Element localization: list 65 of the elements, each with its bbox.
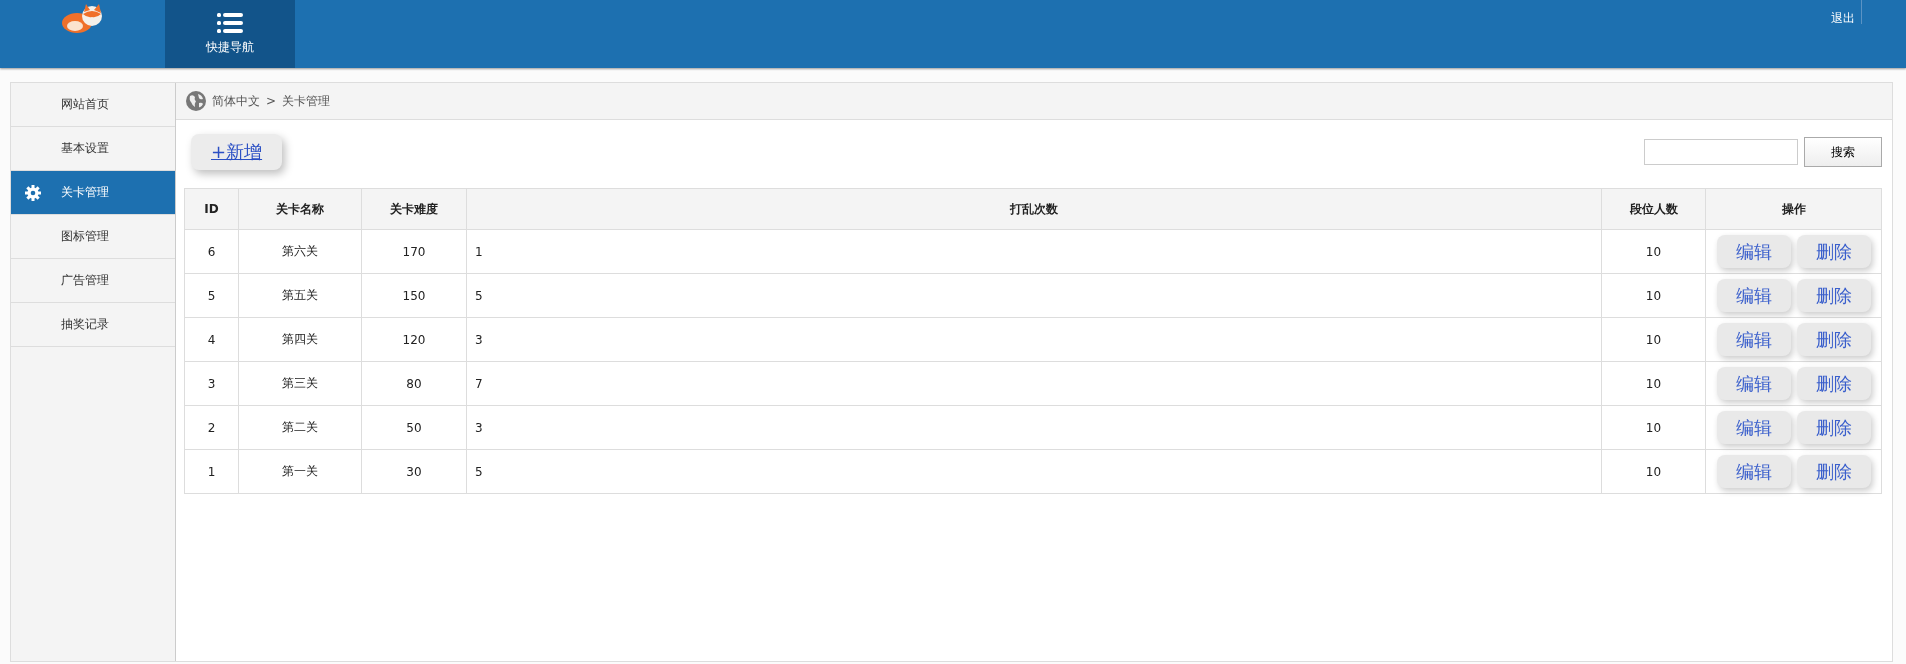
table-cell: 1	[466, 229, 1602, 274]
table-cell: 3	[466, 317, 1602, 362]
table-cell: 6	[184, 229, 239, 274]
table-cell: 80	[361, 361, 467, 406]
table-cell: 第六关	[238, 229, 362, 274]
table-cell: 5	[184, 273, 239, 318]
table-cell: 3	[466, 405, 1602, 450]
table-cell: 第一关	[238, 449, 362, 494]
edit-button[interactable]: 编辑	[1716, 367, 1791, 400]
column-header: 关卡名称	[238, 188, 362, 230]
sidebar-item[interactable]: 网站首页	[11, 83, 175, 127]
table-cell: 170	[361, 229, 467, 274]
breadcrumb-current: 关卡管理	[282, 92, 331, 110]
table-cell: 第三关	[238, 361, 362, 406]
search-button[interactable]: 搜索	[1804, 137, 1882, 167]
column-header: 段位人数	[1601, 188, 1706, 230]
column-header: ID	[184, 188, 239, 230]
table-cell: 10	[1601, 317, 1706, 362]
table-cell: 第四关	[238, 317, 362, 362]
table-cell: 第二关	[238, 405, 362, 450]
edit-button[interactable]: 编辑	[1716, 323, 1791, 356]
delete-button[interactable]: 删除	[1796, 279, 1871, 312]
table-cell: 10	[1601, 361, 1706, 406]
delete-button[interactable]: 删除	[1796, 455, 1871, 488]
sidebar-item[interactable]: 广告管理	[11, 259, 175, 303]
edit-button[interactable]: 编辑	[1716, 411, 1791, 444]
table-cell: 120	[361, 317, 467, 362]
breadcrumb-link[interactable]: 简体中文	[212, 92, 260, 110]
table-cell: 1	[184, 449, 239, 494]
sidebar-item[interactable]: 抽奖记录	[11, 303, 175, 347]
nav-tab[interactable]: 快捷导航	[165, 0, 295, 68]
edit-button[interactable]: 编辑	[1716, 279, 1791, 312]
breadcrumb-separator: >	[266, 94, 277, 108]
edit-button[interactable]: 编辑	[1716, 455, 1791, 488]
table-cell: 50	[361, 405, 467, 450]
table-cell: 10	[1601, 229, 1706, 274]
column-header: 打乱次数	[466, 188, 1602, 230]
table-cell: 5	[466, 273, 1602, 318]
logout-link[interactable]: 退出	[1831, 0, 1862, 24]
sidebar-item[interactable]: 图标管理	[11, 215, 175, 259]
column-header: 关卡难度	[361, 188, 467, 230]
fox-logo-icon	[60, 4, 105, 34]
delete-button[interactable]: 删除	[1796, 367, 1871, 400]
table-cell: 5	[466, 449, 1602, 494]
edit-button[interactable]: 编辑	[1716, 235, 1791, 268]
table-cell: 10	[1601, 405, 1706, 450]
gear-icon	[25, 184, 41, 201]
table-cell: 7	[466, 361, 1602, 406]
delete-button[interactable]: 删除	[1796, 235, 1871, 268]
table-cell: 2	[184, 405, 239, 450]
globe-icon	[186, 91, 206, 111]
table-cell: 10	[1601, 273, 1706, 318]
list-icon	[217, 12, 243, 33]
search-field[interactable]	[1644, 139, 1798, 165]
table-cell: 3	[184, 361, 239, 406]
delete-button[interactable]: 删除	[1796, 323, 1871, 356]
delete-button[interactable]: 删除	[1796, 411, 1871, 444]
sidebar-item[interactable]: 关卡管理	[11, 171, 175, 215]
table-cell: 10	[1601, 449, 1706, 494]
table-cell: 150	[361, 273, 467, 318]
table-cell: 30	[361, 449, 467, 494]
table-cell: 第五关	[238, 273, 362, 318]
column-header: 操作	[1705, 188, 1882, 230]
table-cell: 4	[184, 317, 239, 362]
add-button[interactable]: +新增	[191, 134, 283, 170]
